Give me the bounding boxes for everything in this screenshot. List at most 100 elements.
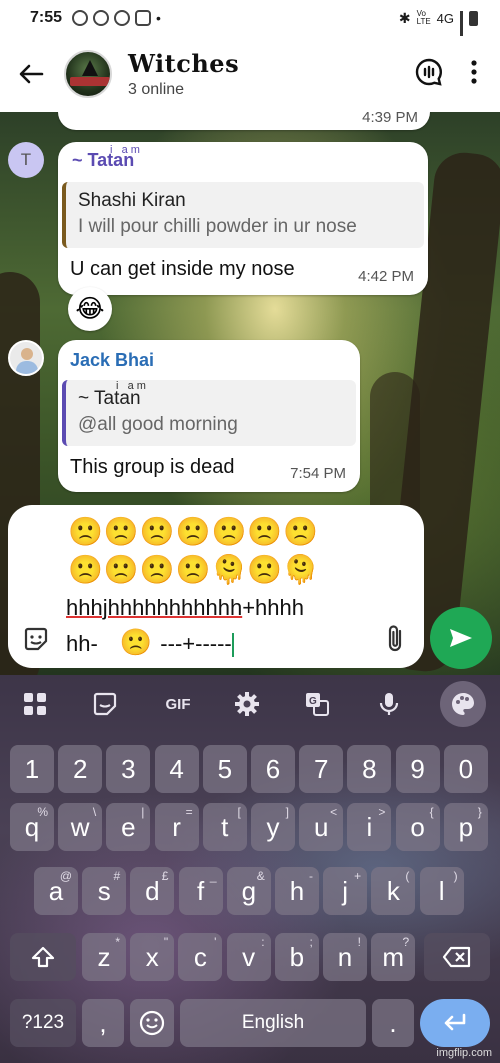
key-0[interactable]: 0 <box>443 745 488 793</box>
quoted-message[interactable]: Shashi Kiran I will pour chilli powder i… <box>62 182 424 248</box>
message-input[interactable]: 🙁🙁🙁🙁🙁🙁🙁 🙁🙁🙁🙁🫠🙁🫠 hhhjhhhhhhhhhhh+hhhh hh-… <box>8 505 424 668</box>
key-j[interactable]: j + <box>323 867 368 915</box>
key-3[interactable]: 3 <box>106 745 151 793</box>
key-p[interactable]: p} <box>443 803 488 851</box>
apps-grid-icon[interactable] <box>18 687 52 721</box>
sticker-keyboard-icon[interactable] <box>88 687 122 721</box>
key-t-label: t <box>221 811 229 842</box>
message-text-2: This group is dead <box>70 456 235 478</box>
back-arrow-icon[interactable] <box>16 59 46 89</box>
key-4[interactable]: 4 <box>154 745 199 793</box>
key-z[interactable]: z * <box>82 933 126 981</box>
theme-palette-icon[interactable] <box>440 681 486 727</box>
key-g-hint: & <box>256 869 265 883</box>
sender-name-wrap: i a m ~ Tatan <box>72 144 140 171</box>
key-h[interactable]: h- <box>275 867 319 915</box>
key-u[interactable]: u < <box>299 803 344 851</box>
key-f-label: f <box>196 875 205 906</box>
settings-gear-icon[interactable] <box>230 687 264 721</box>
key-2[interactable]: 2 <box>58 745 103 793</box>
key-o-label: o <box>410 811 425 842</box>
attach-icon[interactable] <box>384 623 406 660</box>
key-m[interactable]: m? <box>371 933 416 981</box>
key-b[interactable]: b; <box>274 933 319 981</box>
key-o[interactable]: o{ <box>395 803 440 851</box>
key-v[interactable]: v: <box>226 933 271 981</box>
network-label: 4G <box>436 10 454 26</box>
key-w[interactable]: w \ <box>58 803 103 851</box>
key-s[interactable]: s # <box>82 867 127 915</box>
key-7[interactable]: 7 <box>299 745 344 793</box>
key-r-label: r <box>172 811 181 842</box>
message-bubble-2[interactable]: Jack Bhai i a m ~ Tatan @all good mornin… <box>58 340 360 492</box>
key-l[interactable]: l) <box>419 867 464 915</box>
backspace-key[interactable] <box>424 933 490 981</box>
key-e[interactable]: e | <box>106 803 151 851</box>
send-icon <box>450 629 472 647</box>
more-options-icon[interactable] <box>470 59 478 89</box>
sender-name-2[interactable]: Jack Bhai <box>70 350 154 371</box>
key-m-hint: ? <box>402 935 410 949</box>
key-q[interactable]: q% <box>10 803 54 851</box>
period-key[interactable]: . <box>372 999 414 1047</box>
comma-key[interactable]: , <box>82 999 124 1047</box>
mic-icon[interactable] <box>372 687 406 721</box>
gif-button[interactable]: GIF <box>158 687 198 721</box>
keyboard: GIF G 1 2 3 4 5 6 7 8 9 0 q% w \ e | r = t[y] u < i > o{p} a @ s #… <box>0 675 500 1063</box>
quoted-sender-superscript: i a m <box>116 380 146 392</box>
key-x-hint: " <box>163 935 169 949</box>
previous-message-bubble[interactable]: 4:39 PM <box>58 112 430 130</box>
key-p-hint: } <box>477 805 482 819</box>
key-6[interactable]: 6 <box>251 745 295 793</box>
key-1[interactable]: 1 <box>10 745 54 793</box>
key-x[interactable]: x " <box>130 933 175 981</box>
sticker-icon[interactable] <box>22 625 50 658</box>
symbols-key[interactable]: ?123 <box>10 999 76 1047</box>
key-k[interactable]: k( <box>371 867 416 915</box>
jack-avatar[interactable] <box>8 340 44 376</box>
key-9[interactable]: 9 <box>395 745 440 793</box>
emoji-key[interactable] <box>130 999 174 1047</box>
key-f-hint: _ <box>209 869 217 883</box>
notification-icons: • <box>72 10 161 26</box>
message-bubble[interactable]: i a m ~ Tatan Shashi Kiran I will pour c… <box>58 142 428 295</box>
key-f[interactable]: f _ <box>178 867 223 915</box>
key-r-hint: = <box>185 805 193 819</box>
voice-chat-icon[interactable] <box>414 57 444 92</box>
key-9-label: 9 <box>410 753 425 784</box>
key-r[interactable]: r = <box>154 803 199 851</box>
key-i[interactable]: i > <box>347 803 392 851</box>
laughing-reaction-icon[interactable]: 😂 <box>68 287 112 331</box>
key-g[interactable]: g & <box>226 867 271 915</box>
key-5[interactable]: 5 <box>202 745 247 793</box>
key-p-label: p <box>458 811 474 842</box>
group-info[interactable]: Witches 3 online <box>128 49 239 99</box>
key-n[interactable]: n! <box>323 933 367 981</box>
enter-key[interactable] <box>420 999 490 1047</box>
key-y[interactable]: y] <box>251 803 295 851</box>
key-v-hint: : <box>261 935 265 949</box>
key-b-hint: ; <box>309 935 313 949</box>
key-d[interactable]: d £ <box>130 867 175 915</box>
key-n-label: n <box>337 941 353 972</box>
key-j-label: j <box>342 875 349 906</box>
key-t[interactable]: t[ <box>202 803 247 851</box>
shift-key[interactable] <box>10 933 76 981</box>
message-time-2: 7:54 PM <box>290 465 346 482</box>
key-6-label: 6 <box>265 753 281 784</box>
key-8[interactable]: 8 <box>347 745 392 793</box>
misspelled-word[interactable]: hhhjhhhhhhhhhhh <box>66 595 242 620</box>
status-right-icons: ✱ Vo LTE 4G <box>399 10 478 45</box>
key-c[interactable]: c ' <box>178 933 223 981</box>
translate-icon[interactable]: G <box>300 687 334 721</box>
key-y-hint: ] <box>285 805 289 819</box>
key-a[interactable]: a @ <box>34 867 78 915</box>
send-button[interactable] <box>430 607 492 669</box>
quoted-message-2[interactable]: i a m ~ Tatan @all good morning <box>62 380 356 446</box>
group-avatar[interactable] <box>64 50 112 98</box>
keyboard-toolbar: GIF G <box>0 675 500 733</box>
key-n-hint: ! <box>357 935 361 949</box>
tatan-avatar[interactable]: T <box>8 142 44 178</box>
space-key[interactable]: English <box>180 999 366 1047</box>
group-name: Witches <box>128 49 240 78</box>
